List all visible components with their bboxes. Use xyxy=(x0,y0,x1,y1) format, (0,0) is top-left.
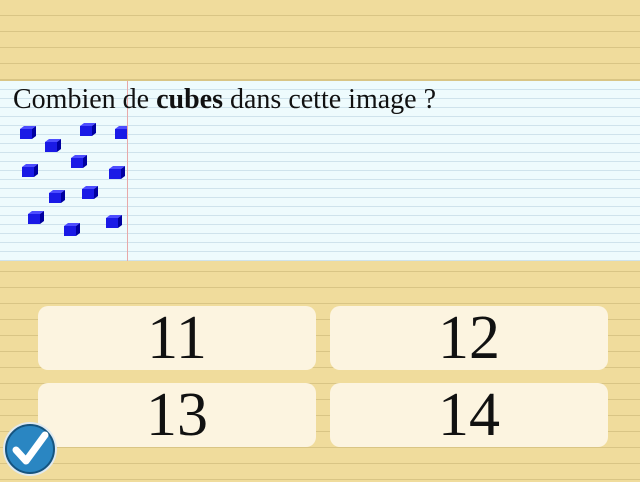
question-emphasis: cubes xyxy=(156,84,223,115)
question-suffix: dans cette image ? xyxy=(223,84,437,115)
checkmark-icon xyxy=(3,422,57,476)
answer-button-1[interactable]: 11 xyxy=(38,304,316,372)
answer-button-3[interactable]: 13 xyxy=(38,381,316,449)
answer-button-2[interactable]: 12 xyxy=(330,304,608,372)
cubes-image xyxy=(20,123,127,236)
cube xyxy=(109,166,125,179)
cube xyxy=(80,123,96,136)
cube xyxy=(49,190,65,203)
question-panel: Combien de cubes dans cette image ? xyxy=(0,80,640,261)
cube xyxy=(22,164,38,177)
cube xyxy=(20,126,36,139)
cube xyxy=(106,215,122,228)
check-button[interactable] xyxy=(2,421,58,477)
cube xyxy=(71,155,87,168)
cube xyxy=(82,186,98,199)
cube xyxy=(45,139,61,152)
cube xyxy=(64,223,80,236)
answer-button-4[interactable]: 14 xyxy=(330,381,608,449)
cube xyxy=(28,211,44,224)
cube xyxy=(115,126,127,139)
